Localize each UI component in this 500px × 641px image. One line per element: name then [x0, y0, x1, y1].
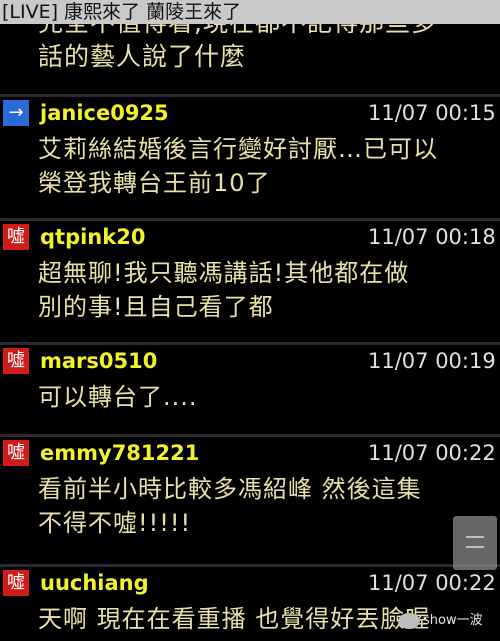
- content-line: 超無聊!我只聽馮講話!其他都在做: [38, 259, 410, 287]
- boo-tag-icon: 噓: [3, 570, 29, 596]
- list-item[interactable]: 噓 qtpink20 11/07 00:18 超無聊!我只聽馮講話!其他都在做 …: [0, 218, 500, 338]
- username[interactable]: uuchiang: [40, 568, 149, 598]
- list-item[interactable]: 噓 emmy781221 11/07 00:22 看前半小時比較多馮紹峰 然後這…: [0, 434, 500, 560]
- hamburger-icon: [466, 536, 484, 538]
- post-content: 可以轉台了....: [38, 380, 198, 414]
- window-title: [LIVE] 康熙來了 蘭陵王來了: [0, 0, 500, 24]
- timestamp: 11/07 00:15: [368, 101, 496, 125]
- watermark: show一波: [398, 608, 483, 634]
- post-content: 艾莉絲結婚後言行變好討厭…已可以 榮登我轉台王前10了: [38, 132, 438, 200]
- timestamp: 11/07 00:22: [368, 571, 496, 595]
- divider: [0, 218, 500, 221]
- post-content: 看前半小時比較多馮紹峰 然後這集 不得不噓!!!!!: [38, 472, 422, 540]
- username[interactable]: mars0510: [40, 346, 157, 376]
- username[interactable]: emmy781221: [40, 438, 199, 468]
- divider: [0, 94, 500, 97]
- content-line: 天啊 現在在看重播 也覺得好丟臉喔: [38, 605, 431, 633]
- content-line: 別的事!且自己看了都: [38, 293, 274, 321]
- timestamp: 11/07 00:18: [368, 225, 496, 249]
- post-content: 天啊 現在在看重播 也覺得好丟臉喔: [38, 602, 430, 636]
- content-line: 可以轉台了....: [38, 383, 198, 411]
- wechat-logo-icon: [398, 612, 420, 629]
- boo-tag-icon: 噓: [3, 440, 29, 466]
- divider: [0, 564, 500, 567]
- post-content: 超無聊!我只聽馮講話!其他都在做 別的事!且自己看了都: [38, 256, 409, 324]
- username[interactable]: janice0925: [40, 98, 169, 128]
- watermark-text: show一波: [423, 613, 483, 628]
- boo-tag-icon: 噓: [3, 348, 29, 374]
- divider: [0, 342, 500, 345]
- divider: [0, 434, 500, 437]
- content-line: 榮登我轉台王前10了: [38, 169, 271, 197]
- menu-button[interactable]: [453, 516, 497, 570]
- timestamp: 11/07 00:22: [368, 441, 496, 465]
- boo-tag-icon: 噓: [3, 224, 29, 250]
- arrow-tag-icon: →: [3, 100, 29, 126]
- list-item[interactable]: 噓 mars0510 11/07 00:19 可以轉台了....: [0, 342, 500, 432]
- list-item[interactable]: → janice0925 11/07 00:15 艾莉絲結婚後言行變好討厭…已可…: [0, 94, 500, 214]
- username[interactable]: qtpink20: [40, 222, 145, 252]
- content-line: 話的藝人說了什麼: [38, 42, 247, 71]
- hamburger-icon: [466, 546, 484, 548]
- content-line: 不得不噓!!!!!: [38, 509, 192, 537]
- content-line: 艾莉絲結婚後言行變好討厭…已可以: [38, 135, 438, 163]
- timestamp: 11/07 00:19: [368, 349, 496, 373]
- content-line: 看前半小時比較多馮紹峰 然後這集: [38, 475, 422, 503]
